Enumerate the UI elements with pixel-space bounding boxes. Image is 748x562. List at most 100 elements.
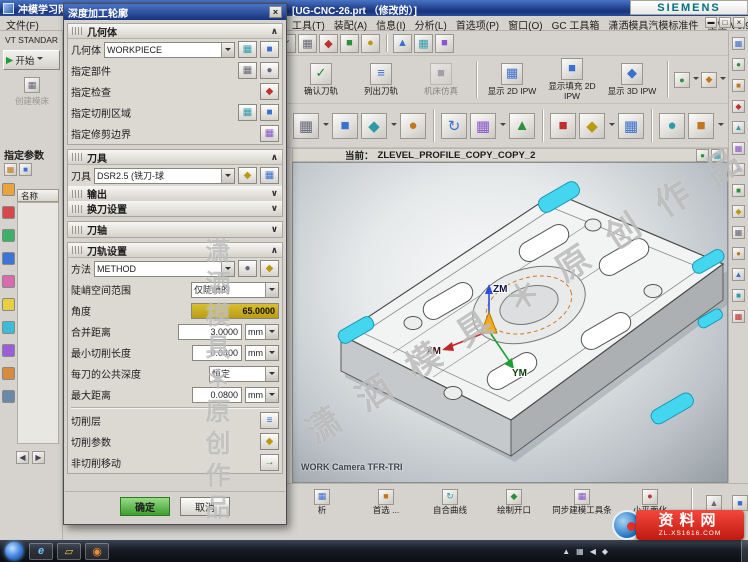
- verify-toolpath-button[interactable]: 确认刀轨: [292, 63, 350, 97]
- tool-combo[interactable]: DSR2.5 (铣刀-球: [94, 168, 235, 184]
- status-icon-1[interactable]: [696, 149, 709, 162]
- group-tool-header[interactable]: 刀具 ∧: [68, 150, 282, 165]
- toolbar-icon-16[interactable]: [414, 34, 433, 53]
- specify-trim-button[interactable]: [260, 125, 279, 142]
- specify-part-button[interactable]: [238, 62, 257, 79]
- right-icon-10[interactable]: [732, 226, 745, 239]
- list-toolpath-button[interactable]: 列出刀轨: [352, 63, 410, 97]
- ok-button[interactable]: 确定: [120, 497, 170, 516]
- group-tool-axis-header[interactable]: 刀轴 ∨: [68, 222, 282, 237]
- right-icon-11[interactable]: [732, 247, 745, 260]
- dialog-close-button[interactable]: ×: [269, 6, 282, 18]
- tray-network-icon[interactable]: ▦: [576, 547, 584, 556]
- media-player-taskbar-icon[interactable]: ◉: [85, 543, 109, 560]
- view-icon-9[interactable]: [579, 113, 605, 139]
- resource-icon-6[interactable]: [2, 298, 15, 311]
- view-icon-10[interactable]: [618, 113, 644, 139]
- menu-analysis[interactable]: 分析(L): [415, 17, 447, 32]
- view-icon-1[interactable]: [293, 113, 319, 139]
- new-method-button[interactable]: [260, 260, 279, 277]
- restore-icon[interactable]: [719, 17, 731, 28]
- close-icon[interactable]: [733, 17, 745, 28]
- toolbar-icon-12[interactable]: [319, 34, 338, 53]
- bottom-item-fit-curve[interactable]: 自合曲线: [423, 489, 477, 515]
- resource-icon-7[interactable]: [2, 321, 15, 334]
- resource-icon-4[interactable]: [2, 252, 15, 265]
- graphics-viewport[interactable]: ZM XM YM WORK Camera TFR-TRI: [292, 162, 728, 483]
- resource-icon-10[interactable]: [2, 390, 15, 403]
- group-path-settings-header[interactable]: 刀轨设置 ∧: [68, 243, 282, 258]
- tray-flag-icon[interactable]: ◆: [602, 547, 608, 556]
- minimize-icon[interactable]: [705, 17, 717, 28]
- ie-taskbar-icon[interactable]: e: [29, 543, 53, 560]
- method-combo[interactable]: METHOD: [94, 261, 235, 277]
- subgroup-output[interactable]: 输出 ∨: [68, 186, 282, 201]
- view-icon-5[interactable]: [441, 113, 467, 139]
- right-icon-9[interactable]: [732, 205, 745, 218]
- cancel-button[interactable]: 取消: [180, 497, 230, 516]
- menu-tools[interactable]: 工具(T): [292, 17, 325, 32]
- tray-volume-icon[interactable]: ◀: [590, 547, 596, 556]
- status-icon-2[interactable]: [711, 149, 724, 162]
- toolbar-icon-14[interactable]: [361, 34, 380, 53]
- explorer-taskbar-icon[interactable]: ▱: [57, 543, 81, 560]
- view-icon-8[interactable]: [550, 113, 576, 139]
- view-icon-3[interactable]: [361, 113, 387, 139]
- show-filled-2d-ipw-button[interactable]: 显示填充 2D IPW: [543, 58, 601, 102]
- resource-icon-5[interactable]: [2, 275, 15, 288]
- view-icon-2[interactable]: [332, 113, 358, 139]
- toolbar-icon-17[interactable]: [435, 34, 454, 53]
- operation-tree[interactable]: [17, 202, 59, 444]
- menu-info[interactable]: 信息(I): [376, 17, 405, 32]
- panel-mini-icon-2[interactable]: [19, 163, 32, 176]
- resource-icon-8[interactable]: [2, 344, 15, 357]
- max-distance-field[interactable]: 0.0800: [192, 387, 242, 403]
- resource-icon-2[interactable]: [2, 206, 15, 219]
- specify-cut-area-button[interactable]: [238, 104, 257, 121]
- min-cut-length-unit[interactable]: mm: [245, 345, 279, 361]
- machine-sim-button[interactable]: 机床仿真: [412, 63, 470, 97]
- toolbar-icon-13[interactable]: [340, 34, 359, 53]
- min-cut-length-field[interactable]: 0.0400: [192, 345, 242, 361]
- view-icon-6[interactable]: [470, 113, 496, 139]
- start-button[interactable]: 开始: [3, 50, 60, 70]
- right-icon-7[interactable]: [732, 163, 745, 176]
- subgroup-tool-change[interactable]: 换刀设置 ∨: [68, 201, 282, 216]
- right-icon-12[interactable]: [732, 268, 745, 281]
- view-icon-11[interactable]: [659, 113, 685, 139]
- merge-distance-unit[interactable]: mm: [245, 324, 279, 340]
- angle-field[interactable]: 65.0000: [191, 303, 279, 319]
- right-icon-4[interactable]: [732, 100, 745, 113]
- show-2d-ipw-button[interactable]: 显示 2D IPW: [483, 63, 541, 97]
- toolbar-icon-15[interactable]: [393, 34, 412, 53]
- max-distance-unit[interactable]: mm: [245, 387, 279, 403]
- view-icon-12[interactable]: [688, 113, 714, 139]
- tool-library-button[interactable]: [260, 167, 279, 184]
- nav-next-button[interactable]: ▶: [32, 451, 45, 464]
- bottom-item-analysis[interactable]: 析: [295, 489, 349, 515]
- start-orb[interactable]: [5, 542, 23, 560]
- menu-gc-toolbox[interactable]: GC 工具箱: [552, 17, 600, 32]
- display-part-button[interactable]: [260, 62, 279, 79]
- cut-levels-button[interactable]: [260, 412, 279, 429]
- bottom-item-sync-modeling[interactable]: 同步建模工具条: [551, 489, 613, 515]
- edit-method-button[interactable]: [238, 260, 257, 277]
- menu-mold-standard[interactable]: 潇洒模具汽模标准件: [608, 17, 698, 32]
- group-geometry-header[interactable]: 几何体 ∧: [68, 24, 282, 39]
- menu-assembly[interactable]: 装配(A): [334, 17, 367, 32]
- view-icon-4[interactable]: [400, 113, 426, 139]
- resource-icon-9[interactable]: [2, 367, 15, 380]
- specify-check-button[interactable]: [260, 83, 279, 100]
- toolbar2-extra-icon-1[interactable]: [674, 72, 690, 88]
- steep-range-combo[interactable]: 仅陡峭的: [191, 282, 279, 298]
- right-icon-3[interactable]: [732, 79, 745, 92]
- right-icon-6[interactable]: [732, 142, 745, 155]
- toolbar-icon-11[interactable]: [298, 34, 317, 53]
- dialog-titlebar[interactable]: 深度加工轮廓 ×: [64, 4, 286, 20]
- view-icon-7[interactable]: [509, 113, 535, 139]
- vt-standard-label[interactable]: VT STANDAR: [5, 35, 58, 45]
- create-mold-button[interactable]: 创建模床: [6, 77, 58, 107]
- menu-preferences[interactable]: 首选项(P): [456, 17, 499, 32]
- new-geometry-button[interactable]: [260, 41, 279, 58]
- common-depth-combo[interactable]: 恒定: [209, 366, 279, 382]
